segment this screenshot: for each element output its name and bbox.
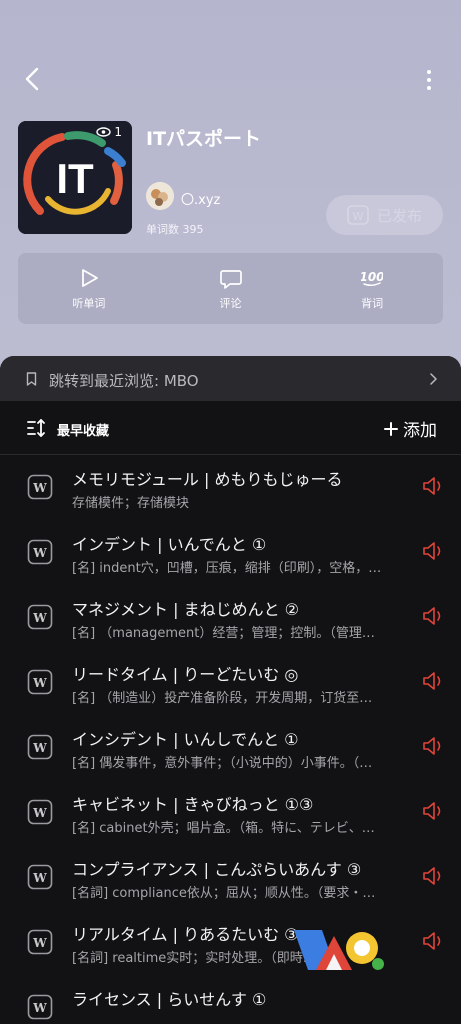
author-name[interactable]: 〇.xyz xyxy=(181,189,220,208)
svg-text:W: W xyxy=(353,210,364,223)
views-value: 1 xyxy=(114,125,122,139)
more-vertical-icon[interactable] xyxy=(420,68,438,92)
word-card-icon: W xyxy=(27,669,53,695)
speaker-icon[interactable] xyxy=(421,605,445,627)
memorize-label: 背词 xyxy=(361,296,384,310)
list-item[interactable]: W マネジメント | まねじめんと ② [名] （management）经营；管… xyxy=(0,585,461,650)
list-item[interactable]: W メモリモジュール | めもりもじゅーる 存储模件；存储模块 xyxy=(0,455,461,520)
list-item[interactable]: W インシデント | いんしでんと ① [名] 偶发事件，意外事件；（小说中的）… xyxy=(0,715,461,780)
list-item[interactable]: W インデント | いんでんと ① [名] indent穴，凹槽，压痕，缩排（印… xyxy=(0,520,461,585)
speaker-icon[interactable] xyxy=(421,930,445,952)
back-arrow-icon[interactable] xyxy=(22,66,44,92)
publish-icon: W xyxy=(347,205,369,225)
speaker-icon[interactable] xyxy=(421,865,445,887)
chevron-right-icon xyxy=(430,373,437,385)
comment-label: 评论 xyxy=(219,296,242,310)
list-toolbar: 最早收藏 添加 xyxy=(0,401,461,455)
word-card-icon: W xyxy=(27,799,53,825)
svg-text:W: W xyxy=(32,806,47,820)
bookmark-icon xyxy=(26,372,37,386)
word-title: リードタイム | りーどたいむ ◎ xyxy=(72,665,299,684)
play-icon xyxy=(81,268,98,287)
word-card-icon: W xyxy=(27,994,53,1020)
speaker-icon[interactable] xyxy=(421,800,445,822)
speaker-icon[interactable] xyxy=(421,475,445,497)
add-word-button[interactable]: 添加 xyxy=(383,416,437,441)
avatar[interactable] xyxy=(146,182,174,210)
word-card-icon: W xyxy=(27,734,53,760)
published-button[interactable]: W 已发布 xyxy=(326,195,443,235)
svg-text:W: W xyxy=(32,611,47,625)
svg-text:100: 100 xyxy=(361,270,383,284)
word-definition: [名] 偶发事件，意外事件；（小说中的）小事件。（… xyxy=(72,756,373,771)
svg-text:W: W xyxy=(32,936,47,950)
word-count: 单词数 395 xyxy=(146,223,204,236)
book-cover[interactable]: IT 1 xyxy=(18,121,132,234)
score-100-icon: 100 xyxy=(361,270,383,286)
word-definition: [名] （management）经营；管理；控制。（管理… xyxy=(72,626,375,641)
list-item[interactable]: W キャビネット | きゃびねっと ①③ [名] cabinet外壳；唱片盒。（… xyxy=(0,780,461,845)
word-definition: [名] （制造业）投产准备阶段，开发周期，订货至… xyxy=(72,691,373,706)
app-logo-watermark xyxy=(294,930,384,970)
speaker-icon[interactable] xyxy=(421,670,445,692)
svg-text:W: W xyxy=(32,1001,47,1015)
word-definition: [名] cabinet外壳；唱片盒。（箱。特に、テレビ、… xyxy=(72,821,375,836)
svg-text:W: W xyxy=(32,871,47,885)
word-card-icon: W xyxy=(27,474,53,500)
word-list-sheet: 跳转到最近浏览: MBO 最早收藏 添加 W メモリモジュール | めもりもじゅ… xyxy=(0,356,461,1024)
word-card-icon: W xyxy=(27,929,53,955)
list-item[interactable]: W ライセンス | らいせんす ① xyxy=(0,975,461,1024)
svg-text:W: W xyxy=(32,546,47,560)
published-label: 已发布 xyxy=(376,206,422,225)
word-definition: [名] indent穴，凹槽，压痕，缩排（印刷），空格，… xyxy=(72,561,382,576)
svg-text:IT: IT xyxy=(56,155,94,202)
action-bar: 听单词 评论 100 背词 xyxy=(18,253,443,324)
memorize-button[interactable]: 100 背词 xyxy=(301,253,443,324)
jump-to-recent-bar[interactable]: 跳转到最近浏览: MBO xyxy=(0,356,461,401)
book-title: ITパスポート xyxy=(146,128,262,150)
word-title: コンプライアンス | こんぷらいあんす ③ xyxy=(72,860,362,879)
sort-icon[interactable] xyxy=(26,418,46,438)
word-title: メモリモジュール | めもりもじゅーる xyxy=(72,470,343,489)
word-card-icon: W xyxy=(27,864,53,890)
comment-button[interactable]: 评论 xyxy=(160,253,302,324)
word-card-icon: W xyxy=(27,539,53,565)
svg-text:W: W xyxy=(32,481,47,495)
word-title: ライセンス | らいせんす ① xyxy=(72,990,267,1009)
jump-to-recent-text: 跳转到最近浏览: MBO xyxy=(49,372,199,390)
list-item[interactable]: W コンプライアンス | こんぷらいあんす ③ [名詞] compliance依… xyxy=(0,845,461,910)
word-title: インシデント | いんしでんと ① xyxy=(72,730,299,749)
speaker-icon[interactable] xyxy=(421,735,445,757)
list-item[interactable]: W リアルタイム | りあるたいむ ③ [名詞] realtime实时；实时处理… xyxy=(0,910,461,975)
sort-label[interactable]: 最早收藏 xyxy=(57,420,109,439)
views-count: 1 xyxy=(96,125,122,139)
add-word-label: 添加 xyxy=(403,421,437,441)
word-definition: 存储模件；存储模块 xyxy=(72,496,190,511)
word-title: マネジメント | まねじめんと ② xyxy=(72,600,299,619)
word-card-icon: W xyxy=(27,604,53,630)
plus-icon xyxy=(384,421,398,436)
eye-icon xyxy=(96,127,112,137)
word-definition: [名詞] compliance依从；屈从；顺从性。（要求・… xyxy=(72,886,376,901)
svg-text:W: W xyxy=(32,676,47,690)
listen-words-label: 听单词 xyxy=(72,296,106,310)
word-title: キャビネット | きゃびねっと ①③ xyxy=(72,795,314,814)
word-list: W メモリモジュール | めもりもじゅーる 存储模件；存储模块 W インデント … xyxy=(0,455,461,1024)
svg-text:W: W xyxy=(32,741,47,755)
list-item[interactable]: W リードタイム | りーどたいむ ◎ [名] （制造业）投产准备阶段，开发周期… xyxy=(0,650,461,715)
listen-words-button[interactable]: 听单词 xyxy=(18,253,160,324)
word-title: インデント | いんでんと ① xyxy=(72,535,267,554)
comment-icon xyxy=(219,269,242,289)
speaker-icon[interactable] xyxy=(421,540,445,562)
